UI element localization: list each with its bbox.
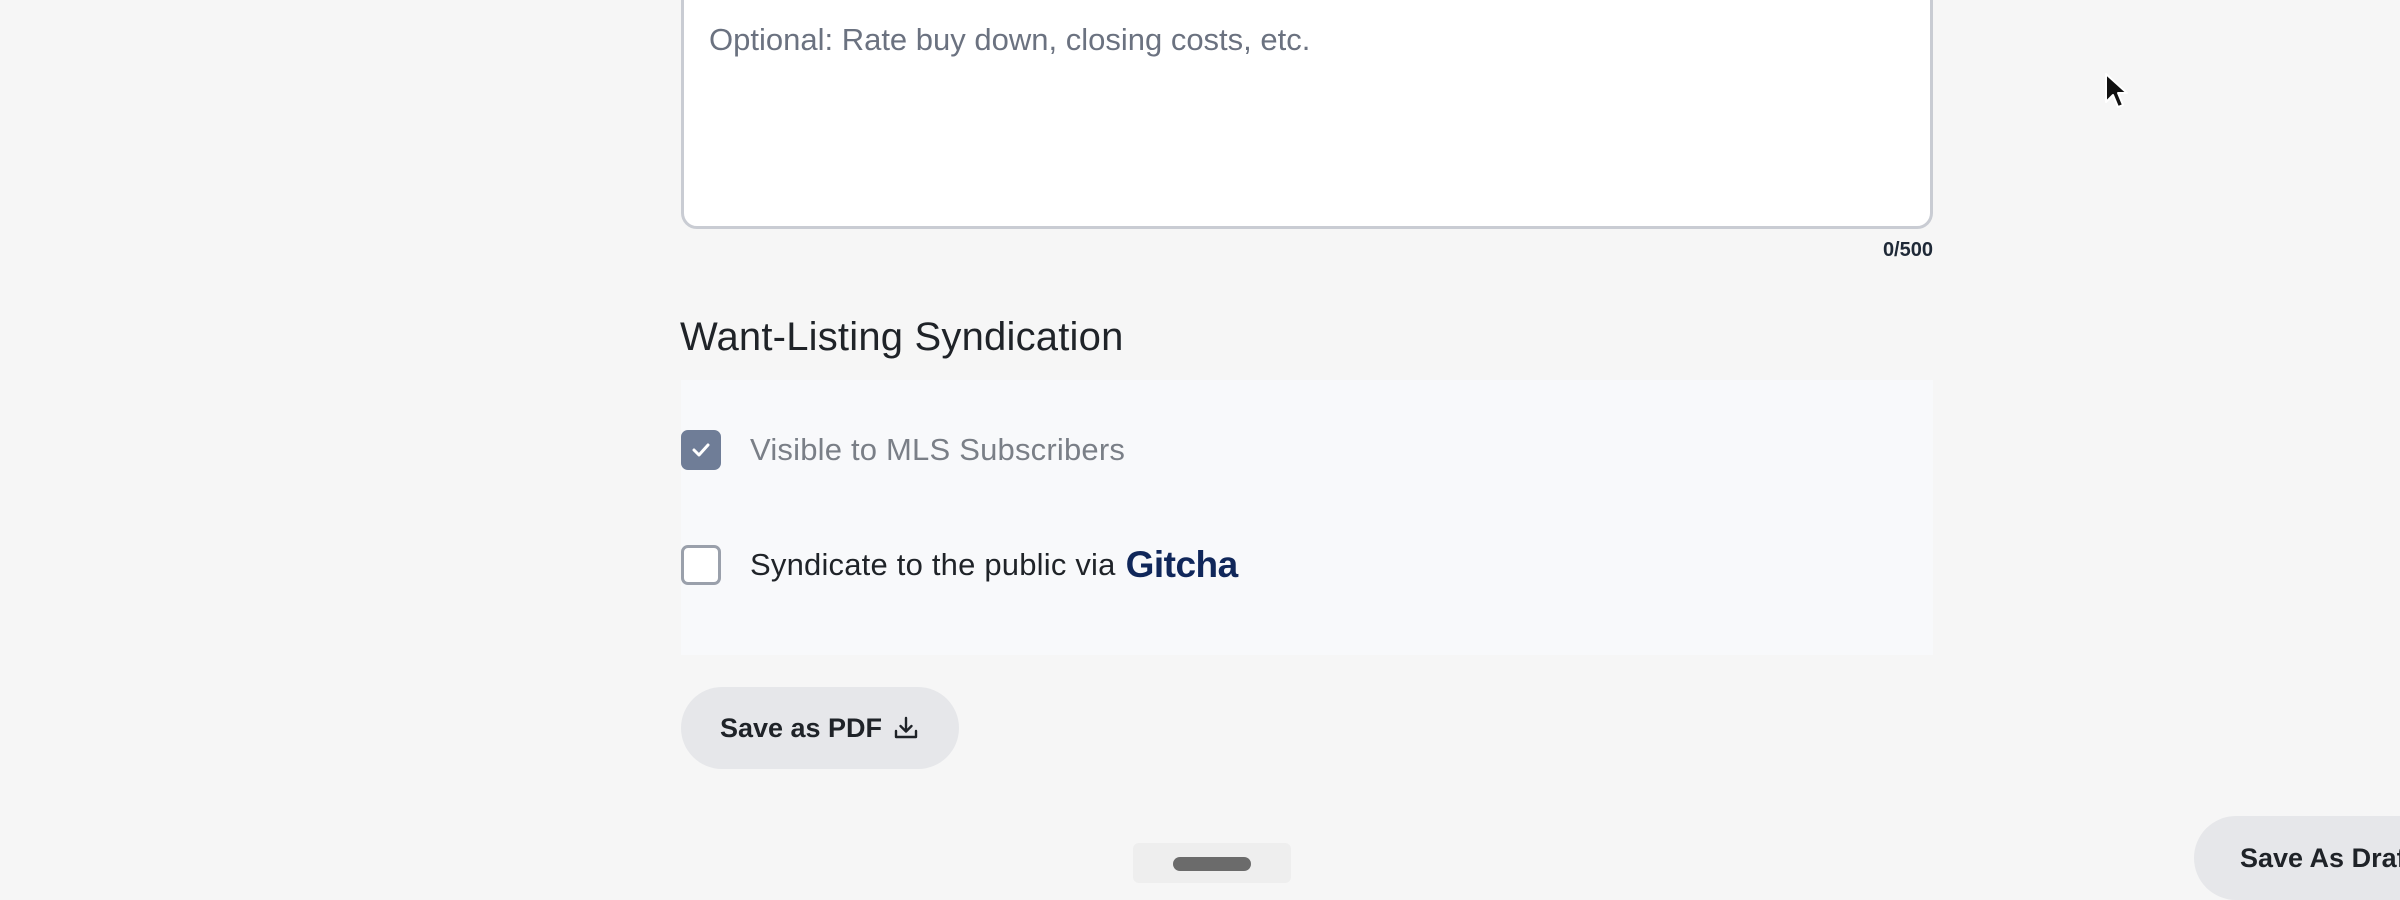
checkmark-icon [692,443,710,457]
additional-terms-textarea[interactable] [684,0,1930,226]
syndication-section-title: Want-Listing Syndication [680,315,1124,359]
character-counter: 0/500 [1882,239,1933,261]
syndicate-public-checkbox[interactable] [681,545,721,585]
download-icon [892,714,920,742]
gitcha-logo: Gitcha [1125,544,1239,585]
mls-subscribers-checkbox[interactable] [681,430,721,470]
syndicate-public-label: Syndicate to the public via [750,547,1116,582]
save-as-draft-button[interactable]: Save As Draft [2194,816,2400,900]
save-as-pdf-label: Save as PDF [719,712,883,743]
option-syndicate-public[interactable]: Syndicate to the public via Gitcha [681,544,1238,586]
drag-handle[interactable] [1173,857,1251,871]
additional-terms-textarea-wrapper [681,0,1933,229]
mouse-cursor-icon [2105,73,2128,108]
save-as-pdf-button[interactable]: Save as PDF [681,687,959,769]
option-mls-subscribers[interactable]: Visible to MLS Subscribers [681,430,1125,470]
drag-handle-area[interactable] [1133,843,1291,883]
mls-subscribers-label: Visible to MLS Subscribers [750,432,1126,467]
syndication-panel [681,380,1933,655]
